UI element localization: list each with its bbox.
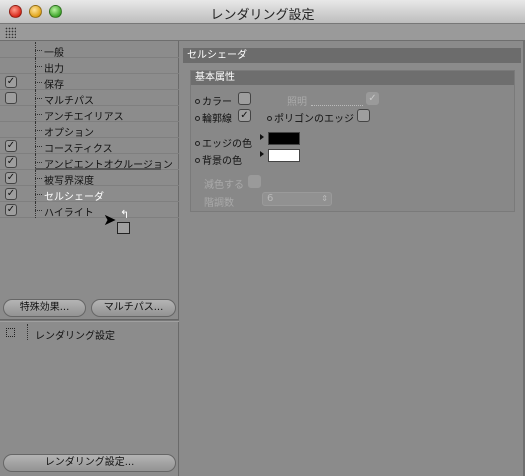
tree-item-antialiasing[interactable]: アンチエイリアス: [0, 106, 179, 123]
tree-item-label: 出力: [44, 64, 64, 75]
basic-properties-group: 基本属性 カラー 照明 ✓ 輪郭線 ✓ ポリゴンのエッジ エッジの色 背景の色: [190, 70, 515, 212]
tree-item-label: オプション: [44, 128, 94, 139]
animate-dot-icon[interactable]: [195, 99, 200, 104]
drag-feedback: ➤ ↰: [103, 209, 133, 239]
animate-dot-icon[interactable]: [195, 141, 200, 146]
group-title: 基本属性: [191, 71, 514, 85]
tree-item-label: ハイライト: [44, 208, 94, 219]
attributes-panel: セルシェーダ 基本属性 カラー 照明 ✓ 輪郭線 ✓ ポリゴンのエッジ エッジの…: [180, 41, 525, 476]
checkbox-depth-of-field[interactable]: ✓: [5, 172, 17, 184]
checkbox-cel-shader[interactable]: ✓: [5, 188, 17, 200]
tree-item-label: 一般: [44, 48, 64, 59]
toolbar-strip: [0, 24, 525, 41]
mouse-pointer-icon: ➤: [103, 210, 117, 229]
render-settings-item[interactable]: レンダリング設定: [0, 324, 179, 342]
animate-dot-icon[interactable]: [267, 116, 272, 121]
tree-item-general[interactable]: 一般: [0, 42, 179, 59]
grip-icon[interactable]: [5, 27, 16, 38]
tree-item-options[interactable]: オプション: [0, 122, 179, 139]
edge-color-swatch[interactable]: [268, 132, 300, 145]
checkbox-highlight[interactable]: ✓: [5, 204, 17, 216]
expand-arrow-icon[interactable]: [260, 134, 264, 140]
tree-item-depth-of-field[interactable]: ✓ 被写界深度: [0, 170, 179, 187]
bg-color-label: 背景の色: [195, 152, 242, 167]
lighting-checkbox[interactable]: ✓: [366, 92, 379, 105]
polygon-edge-label: ポリゴンのエッジ: [267, 110, 354, 125]
tree-item-label: 保存: [44, 80, 64, 91]
levels-label: 階調数: [204, 198, 234, 209]
reduce-color-label: 減色する: [204, 180, 244, 191]
tree-item-ambient-occlusion[interactable]: ✓ アンビエントオクルージョン: [0, 154, 179, 171]
tree-item-save[interactable]: ✓ 保存: [0, 74, 179, 91]
effects-button[interactable]: 特殊効果...: [3, 299, 86, 317]
color-label: カラー: [195, 93, 232, 108]
tree-item-multipass[interactable]: マルチパス: [0, 90, 179, 107]
render-settings-label: レンダリング設定: [35, 331, 115, 342]
expand-arrow-icon[interactable]: [260, 151, 264, 157]
stepper-arrows-icon: ⇕: [321, 194, 328, 203]
tree-item-cel-shader[interactable]: ✓ セルシェーダ: [0, 186, 179, 203]
lighting-label: 照明: [287, 97, 307, 108]
color-checkbox[interactable]: [238, 92, 251, 105]
levels-value: 6: [267, 193, 274, 204]
pane-divider[interactable]: [0, 319, 179, 322]
checkbox-multipass[interactable]: [5, 92, 17, 104]
tree-item-label: セルシェーダ: [44, 192, 104, 203]
render-settings-button[interactable]: レンダリング設定...: [3, 454, 176, 472]
render-settings-icon: [6, 328, 15, 337]
title-bar: レンダリング設定: [0, 0, 525, 24]
checkbox-caustics[interactable]: ✓: [5, 140, 17, 152]
levels-dropdown[interactable]: 6 ⇕: [262, 192, 332, 206]
drag-box-icon: [117, 222, 130, 234]
settings-tree: 一般 出力 ✓ 保存 マルチパス アンチエイリアス オプション ✓ コースティク…: [0, 41, 179, 219]
tree-item-highlight[interactable]: ✓ ハイライト: [0, 202, 179, 219]
tree-item-output[interactable]: 出力: [0, 58, 179, 75]
tree-item-caustics[interactable]: ✓ コースティクス: [0, 138, 179, 155]
animate-dot-icon[interactable]: [195, 158, 200, 163]
left-panel: 一般 出力 ✓ 保存 マルチパス アンチエイリアス オプション ✓ コースティク…: [0, 41, 179, 476]
animate-dot-icon[interactable]: [195, 116, 200, 121]
outline-label: 輪郭線: [195, 110, 232, 125]
reduce-color-checkbox[interactable]: [248, 175, 261, 188]
bg-color-swatch[interactable]: [268, 149, 300, 162]
polygon-edge-checkbox[interactable]: [357, 109, 370, 122]
tree-item-label: アンチエイリアス: [44, 112, 124, 123]
tree-item-label: コースティクス: [44, 144, 113, 155]
checkbox-save[interactable]: ✓: [5, 76, 17, 88]
tree-item-label: 被写界深度: [44, 176, 94, 187]
outline-checkbox[interactable]: ✓: [238, 109, 251, 122]
insert-arrow-icon: ↰: [120, 208, 130, 221]
window-title: レンダリング設定: [210, 8, 315, 23]
checkbox-ambient-occlusion[interactable]: ✓: [5, 156, 17, 168]
multipass-button[interactable]: マルチパス...: [91, 299, 176, 317]
panel-title: セルシェーダ: [183, 48, 521, 63]
lighting-leader: [311, 105, 363, 106]
edge-color-label: エッジの色: [195, 135, 252, 150]
tree-item-label: マルチパス: [44, 96, 94, 107]
